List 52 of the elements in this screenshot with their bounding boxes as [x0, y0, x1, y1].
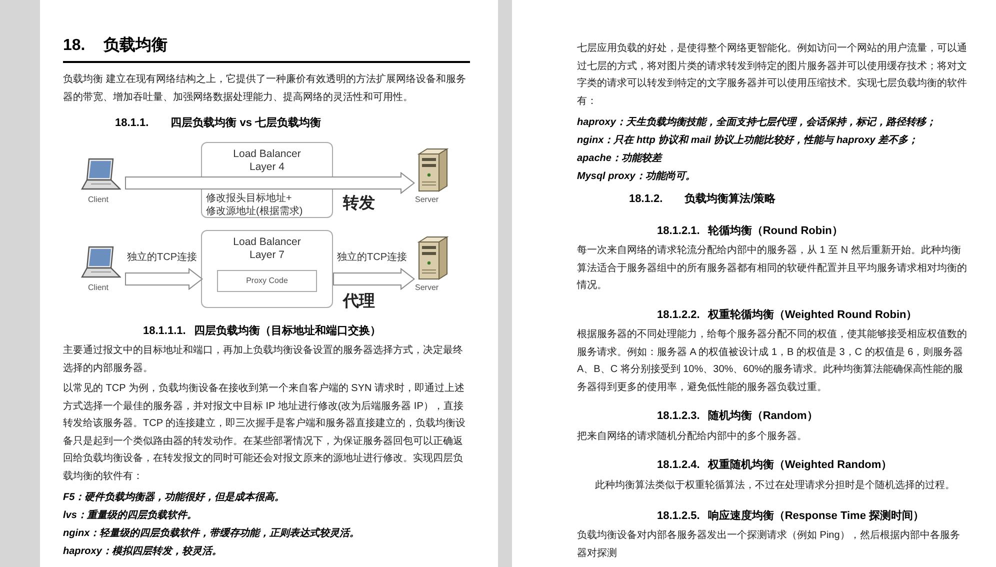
client-label: Client: [88, 194, 108, 206]
subsection-title: 四层负载均衡（目标地址和端口交换）: [194, 324, 381, 338]
server-icon: [417, 236, 449, 280]
subsection-number: 18.1.2.1.: [657, 224, 700, 238]
subsection-number: 18.1.2.4.: [657, 458, 700, 473]
paragraph: 根据服务器的不同处理能力，给每个服务器分配不同的权值，使其能够接受相应权值数的服务请求。例如：服务器 A 的权值被设计成 1，B 的权值是 3，C 的权值是 6，则服务器 A、B、C 将分别接受到 10%、30%、60%的服务请求。此种均衡算法能确保高性能的服务器得到更多的使用率，避免低性能的服务器负载过重。: [577, 328, 968, 394]
chapter-number: 18.: [63, 36, 86, 56]
balancer-title: Load Balancer Layer 4: [232, 146, 302, 174]
box-note: 修改报头目标地址+: [206, 192, 293, 204]
server-label: Server: [415, 194, 439, 206]
subsection-title: 随机均衡（Random）: [708, 408, 818, 424]
chapter-title: 负载均衡: [103, 36, 168, 56]
subsection-number: 18.1.1.1.: [143, 324, 186, 338]
paragraph: 每一次来自网络的请求轮流分配给内部中的服务器，从 1 至 N 然后重新开始。此种均衡算法适合于服务器组中的所有服务器都有相同的软硬件配置并且平均服务请求相对均衡的情况。: [577, 244, 968, 293]
connection-label: 独立的TCP连接: [337, 250, 407, 264]
software-item: Mysql proxy：功能尚可。: [577, 170, 696, 182]
subsection-title: 轮循均衡（Round Robin）: [708, 224, 843, 238]
section-number: 18.1.1.: [115, 116, 149, 131]
paragraph: 把来自网络的请求随机分配给内部中的多个服务器。: [577, 430, 808, 444]
subsection-title: 响应速度均衡（Response Time 探测时间）: [708, 508, 924, 524]
subsection-number: 18.1.2.3.: [657, 409, 700, 424]
client-label: Client: [88, 282, 108, 294]
paragraph: 此种均衡算法类似于权重轮循算法，不过在处理请求分担时是个随机选择的过程。: [594, 478, 956, 492]
software-item: nginx：轻量级的四层负载软件，带缓存功能，正则表达式较灵活。: [63, 526, 361, 540]
software-item: haproxy：模拟四层转发，较灵活。: [63, 544, 223, 558]
subsection-title: 权重轮循均衡（Weighted Round Robin）: [708, 308, 918, 322]
diagram-caption: 转发: [343, 194, 375, 214]
laptop-icon: [81, 246, 121, 280]
connection-label: 独立的TCP连接: [127, 250, 197, 264]
subsection-title: 权重随机均衡（Weighted Random）: [708, 458, 892, 473]
section-title: 负载均衡算法/策略: [684, 192, 776, 207]
paragraph: 负载均衡设备对内部各服务器发出一个探测请求（例如 Ping），然后根据内部中各服务器对探测: [577, 528, 961, 560]
diagram-caption: 代理: [343, 292, 375, 312]
server-icon: [417, 148, 449, 192]
proxy-code-box: Proxy Code: [217, 270, 317, 292]
balancer-title: Load Balancer Layer 7: [232, 234, 302, 262]
software-item: haproxy：天生负载均衡技能，全面支持七层代理，会话保持，标记，路径转移；: [577, 116, 937, 128]
software-item: apache：功能较差: [577, 152, 664, 164]
section-title: 四层负载均衡 vs 七层负载均衡: [170, 116, 321, 131]
section-number: 18.1.2.: [629, 192, 663, 207]
laptop-icon: [81, 158, 121, 192]
server-label: Server: [415, 282, 439, 294]
software-item: nginx：只在 http 协议和 mail 协议上功能比较好，性能与 haproxy 差不多；: [577, 134, 920, 146]
subsection-number: 18.1.2.2.: [657, 308, 700, 322]
paragraph: 七层应用负载的好处，是使得整个网络更智能化。例如访问一个网站的用户流量，可以通过七层的方式，将对图片类的请求转发到特定的图片服务器并可以使用缓存技术；将对文字类的请求可以转发到特定的文字服务器并可以使用压缩技术。实现七层负载均衡的软件有：: [577, 42, 968, 108]
box-note: 修改源地址(根据需求): [206, 204, 304, 218]
subsection-number: 18.1.2.5.: [657, 508, 700, 524]
software-item: F5：硬件负载均衡器，功能很好，但是成本很高。: [63, 490, 286, 504]
paragraph: 以常见的 TCP 为例，负载均衡设备在接收到第一个来自客户端的 SYN 请求时，即通过上述方式选择一个最佳的服务器，并对报文中目标 IP 地址进行修改(改为后端服务器 IP），直接转发给该服务器。TCP 的连接建立，即三次握手是客户端和服务器直接建立的，负载均衡设备只是起到一个类似路由器的转发动作。在某些部署情况下，为保证服务器回包可以正确返回给负载均衡设备，在转发报文的同时可能还会对报文原来的源地址进行修改。实现四层负载均衡的软件有：: [63, 382, 467, 484]
paragraph: 负载均衡 建立在现有网络结构之上，它提供了一种廉价有效透明的方法扩展网络设备和服务器的带宽、增加吞吐量、加强网络数据处理能力、提高网络的灵活性和可用性。: [63, 72, 467, 104]
paragraph: 主要通过报文中的目标地址和端口，再加上负载均衡设备设置的服务器选择方式，决定最终选择的内部服务器。: [63, 344, 464, 376]
software-item: lvs：重量级的四层负载软件。: [63, 508, 198, 522]
